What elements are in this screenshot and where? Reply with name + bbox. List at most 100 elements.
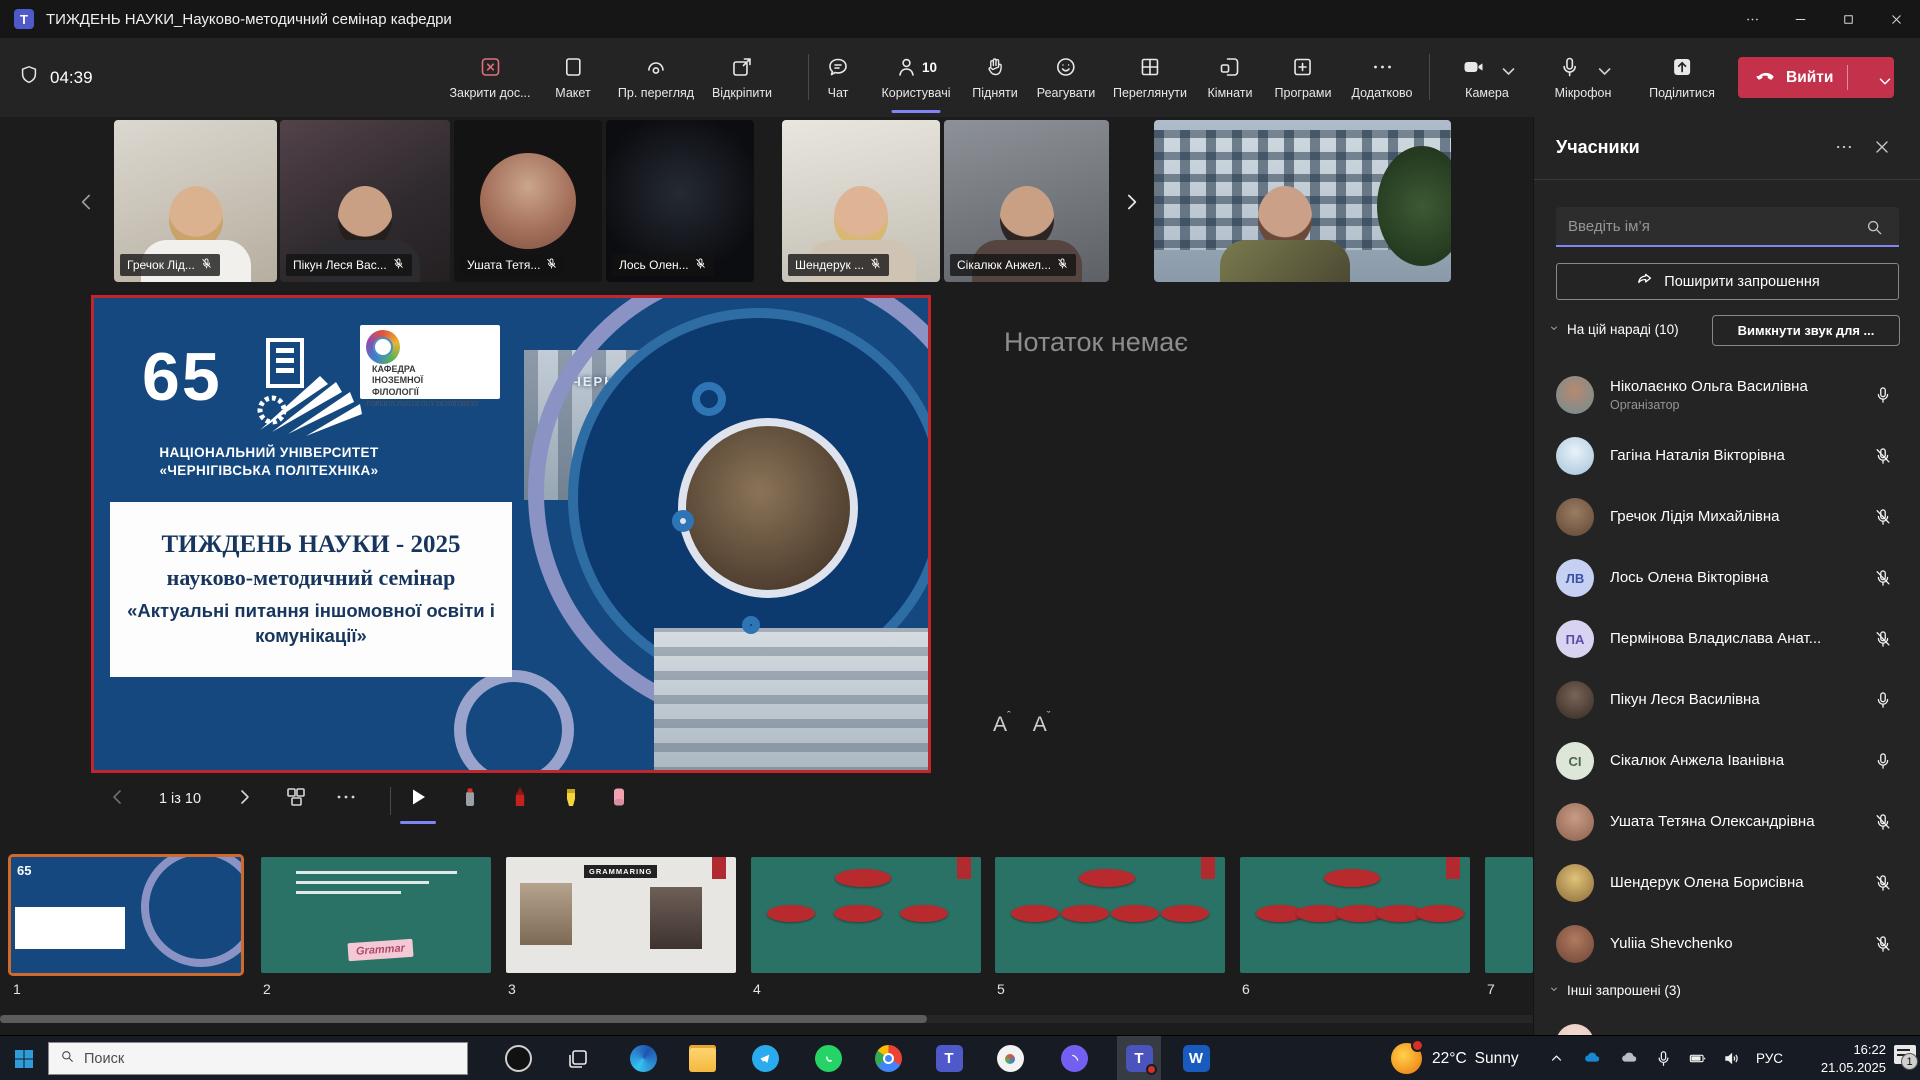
crayon-tool[interactable] [508, 785, 532, 814]
pen-tool[interactable] [458, 785, 482, 814]
toolbar-button-unpin[interactable]: Відкріпити [712, 38, 772, 117]
panel-close-button[interactable] [1872, 137, 1896, 161]
thumbnail-number[interactable]: 5 [997, 981, 1005, 997]
slide-grid-button[interactable] [284, 785, 308, 814]
participant-row[interactable]: Гагіна Наталія Вікторівна [1534, 426, 1920, 487]
mic-off-icon[interactable] [1873, 446, 1893, 466]
toolbar-button-mic[interactable]: Мікрофон [1555, 38, 1612, 117]
toolbar-button-people[interactable]: 10Користувачі [881, 38, 950, 117]
toolbar-button-layout[interactable]: Макет [555, 38, 590, 117]
mic-icon[interactable] [1873, 690, 1893, 710]
mic-off-icon[interactable] [1873, 568, 1893, 588]
video-strip-prev-button[interactable] [74, 189, 100, 215]
mic-off-icon[interactable] [1873, 629, 1893, 649]
slide-thumbnail[interactable]: Grammar [261, 857, 491, 973]
chevron-down-icon[interactable] [1497, 59, 1513, 75]
mute-all-button[interactable]: Вимкнути звук для ... [1712, 315, 1900, 346]
participant-row[interactable]: Ніколаєнко Ольга ВасилівнаОрганізатор [1534, 365, 1920, 426]
weather-widget[interactable]: 22°C Sunny [1432, 1036, 1519, 1080]
invited-section-header[interactable]: Інші запрошені (3) [1548, 983, 1681, 998]
paint-icon[interactable] [988, 1036, 1032, 1080]
onedrive-icon[interactable] [1575, 1036, 1609, 1080]
mic-off-icon[interactable] [1873, 812, 1893, 832]
start-button[interactable] [0, 1036, 48, 1080]
toolbar-button-hand[interactable]: Підняти [972, 38, 1017, 117]
toolbar-button-close-share[interactable]: Закрити дос... [450, 38, 531, 117]
volume-icon[interactable] [1714, 1036, 1748, 1080]
toolbar-button-share[interactable]: Поділитися [1649, 38, 1715, 117]
prev-slide-button[interactable] [106, 785, 130, 814]
word-icon[interactable]: W [1174, 1036, 1218, 1080]
eraser-tool[interactable] [607, 785, 631, 814]
video-tile[interactable]: Ушата Тетя... [454, 120, 602, 282]
share-invite-button[interactable]: Поширити запрошення [1556, 263, 1899, 300]
thumbnail-number[interactable]: 1 [13, 981, 21, 997]
language-indicator[interactable]: РУС [1756, 1036, 1783, 1080]
font-increase-button[interactable]: Аˆ [993, 713, 1011, 737]
taskbar-clock[interactable]: 16:22 21.05.2025 [1800, 1036, 1886, 1080]
viber-icon[interactable] [1052, 1036, 1096, 1080]
video-tile[interactable]: Сікалюк Анжел... [944, 120, 1109, 282]
whatsapp-icon[interactable] [806, 1036, 850, 1080]
window-more-button[interactable] [1728, 0, 1776, 38]
telegram-icon[interactable] [743, 1036, 787, 1080]
file-explorer-icon[interactable] [680, 1036, 724, 1080]
toolbar-button-chat[interactable]: Чат [826, 38, 850, 117]
video-tile[interactable]: Пікун Леся Вас... [280, 120, 450, 282]
font-decrease-button[interactable]: Аˇ [1033, 713, 1051, 737]
toolbar-button-camera[interactable]: Камера [1462, 38, 1513, 117]
slide-thumbnail[interactable]: GRAMMARING [506, 857, 736, 973]
slide-more-button[interactable] [334, 785, 358, 814]
edge-icon[interactable] [621, 1036, 665, 1080]
toolbar-button-presenter[interactable]: Пр. перегляд [618, 38, 694, 117]
toolbar-button-ellipsis[interactable]: Додатково [1352, 38, 1413, 117]
highlighter-tool[interactable] [559, 785, 583, 814]
slide-thumbnail[interactable] [995, 857, 1225, 973]
participant-row[interactable]: ПАПермінова Владислава Анат... [1534, 609, 1920, 670]
slide-thumbnail[interactable] [751, 857, 981, 973]
participant-row[interactable]: ЛВЛось Олена Вікторівна [1534, 548, 1920, 609]
mic-off-icon[interactable] [1873, 873, 1893, 893]
participant-search-input[interactable] [1556, 207, 1899, 247]
mic-icon[interactable] [1873, 751, 1893, 771]
mic-icon[interactable] [1873, 385, 1893, 405]
participant-row[interactable]: Щербак Олена Миколаївна [1534, 1013, 1920, 1035]
video-tile[interactable]: Лось Олен... [606, 120, 754, 282]
slide-thumbnail[interactable]: 65 [11, 857, 241, 973]
chevron-down-icon[interactable] [1858, 70, 1874, 86]
slide-thumbnail[interactable] [1485, 857, 1533, 973]
participant-row[interactable]: СІСікалюк Анжела Іванівна [1534, 731, 1920, 792]
task-view-icon[interactable] [556, 1036, 600, 1080]
video-tile[interactable]: Шендерук ... [782, 120, 940, 282]
record-circle-icon[interactable] [496, 1036, 540, 1080]
chevron-down-icon[interactable] [1592, 59, 1608, 75]
participant-row[interactable]: Шендерук Олена Борисівна [1534, 853, 1920, 914]
slide-thumbnail[interactable] [1240, 857, 1470, 973]
teams-icon[interactable]: T [927, 1036, 971, 1080]
chrome-icon[interactable] [866, 1036, 910, 1080]
participant-row[interactable]: Ушата Тетяна Олександрівна [1534, 792, 1920, 853]
participant-row[interactable]: Пікун Леся Василівна [1534, 670, 1920, 731]
mic-off-icon[interactable] [1873, 934, 1893, 954]
window-close-button[interactable] [1872, 0, 1920, 38]
window-maximize-button[interactable] [1824, 0, 1872, 38]
video-strip-next-button[interactable] [1118, 189, 1144, 215]
video-tile[interactable]: Гречок Лід... [114, 120, 277, 282]
battery-icon[interactable] [1680, 1036, 1714, 1080]
laser-pointer-tool[interactable] [406, 785, 430, 814]
mic-tray-icon[interactable] [1646, 1036, 1680, 1080]
chevron-up-icon[interactable] [1539, 1036, 1573, 1080]
teams-meeting-icon[interactable]: T [1117, 1036, 1161, 1080]
thumbnail-number[interactable]: 2 [263, 981, 271, 997]
thumbnail-number[interactable]: 4 [753, 981, 761, 997]
filmstrip-scrollbar-thumb[interactable] [0, 1015, 927, 1023]
toolbar-button-grid[interactable]: Переглянути [1113, 38, 1187, 117]
panel-more-button[interactable] [1834, 137, 1858, 161]
participant-row[interactable]: Yuliia Shevchenko [1534, 914, 1920, 975]
toolbar-button-smiley[interactable]: Реагувати [1037, 38, 1095, 117]
thumbnail-number[interactable]: 6 [1242, 981, 1250, 997]
toolbar-button-apps[interactable]: Програми [1275, 38, 1332, 117]
toolbar-button-rooms[interactable]: Кімнати [1208, 38, 1253, 117]
video-tile-spotlight[interactable] [1154, 120, 1451, 282]
leave-button[interactable]: Вийти [1738, 57, 1894, 98]
